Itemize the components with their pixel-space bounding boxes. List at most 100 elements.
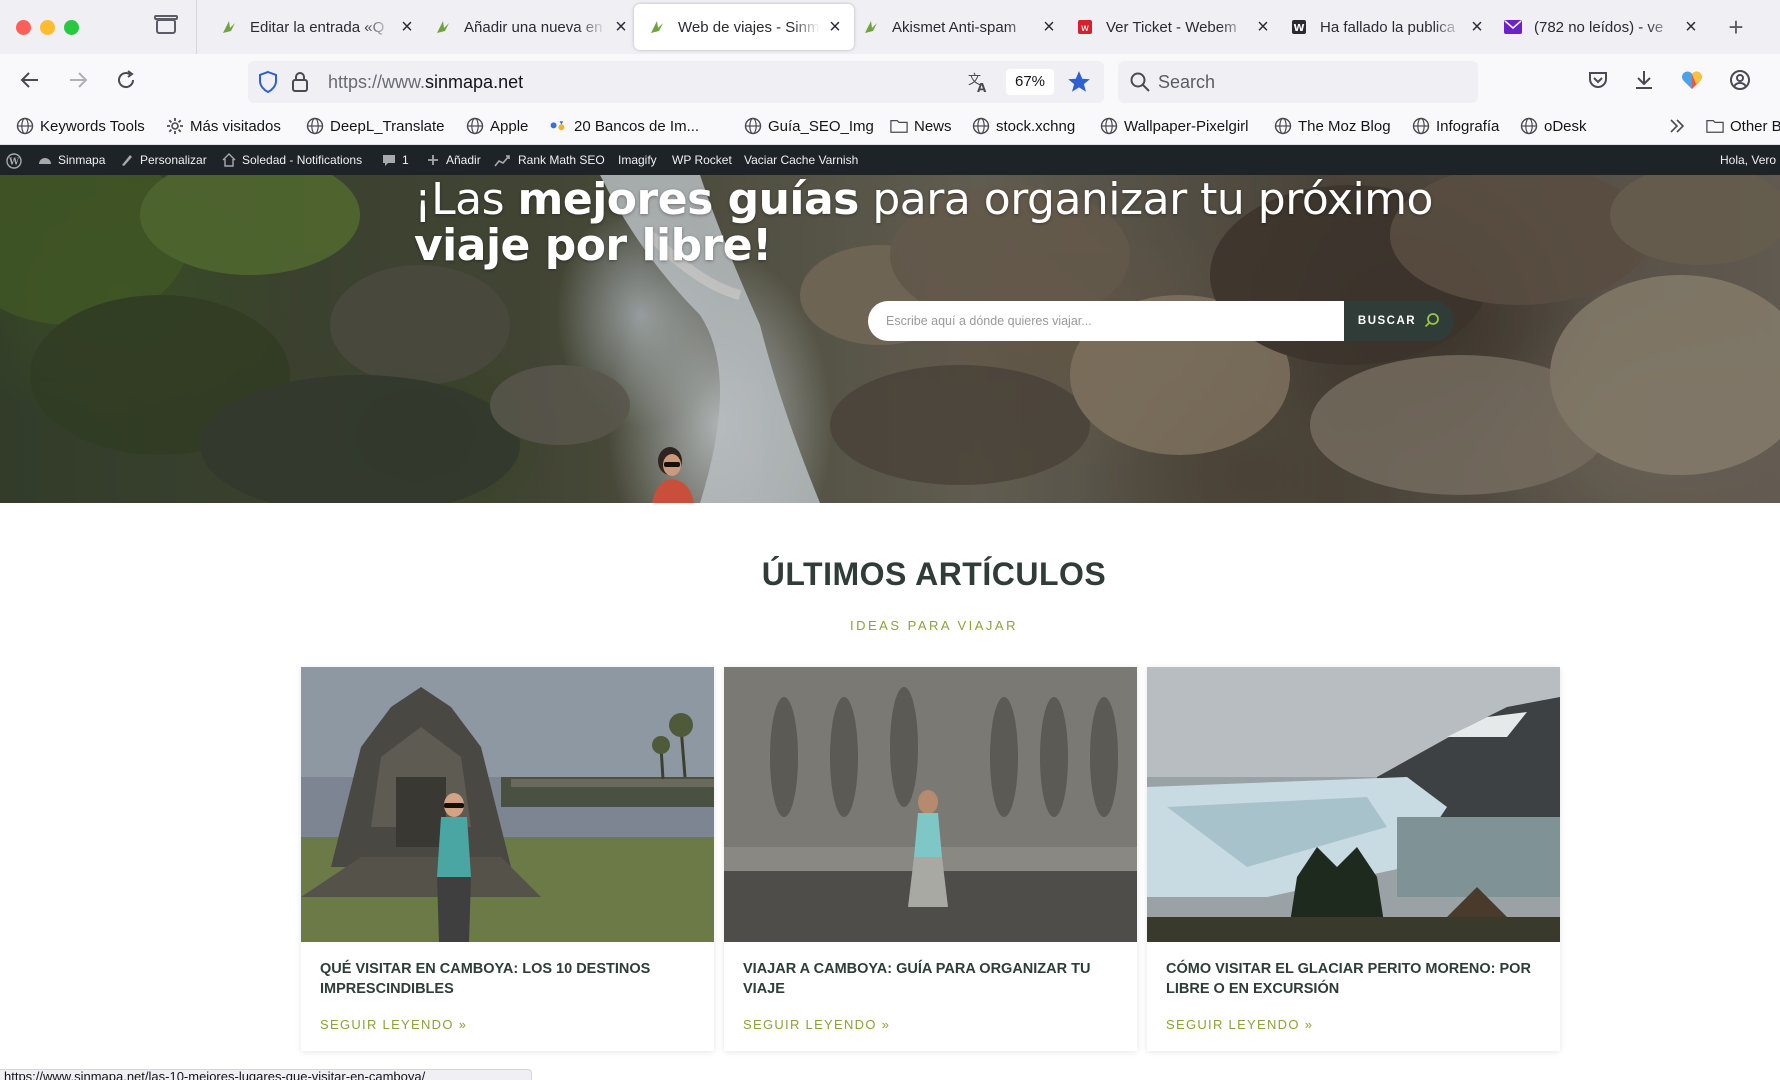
buscar-button[interactable]: BUSCAR xyxy=(1344,301,1454,341)
bookmarks-overflow-chevron-icon[interactable] xyxy=(1668,117,1686,135)
article-card[interactable]: QUÉ VISITAR EN CAMBOYA: LOS 10 DESTINOS … xyxy=(301,667,714,1051)
admin-rank-math-link[interactable]: Rank Math SEO xyxy=(494,153,605,167)
maximize-window-button[interactable] xyxy=(64,19,79,35)
bookmark-bancos-imagenes[interactable]: 20 Bancos de Im... xyxy=(550,117,699,135)
destination-search-input[interactable] xyxy=(868,301,1346,341)
bookmark-moz-blog[interactable]: The Moz Blog xyxy=(1274,117,1391,135)
admin-imagify-link[interactable]: Imagify xyxy=(618,153,657,167)
reload-icon[interactable] xyxy=(112,68,140,96)
tab-edit-post[interactable]: Editar la entrada «Q × xyxy=(206,4,426,50)
article-card[interactable]: VIAJAR A CAMBOYA: GUÍA PARA ORGANIZAR TU… xyxy=(724,667,1137,1051)
tab-web-de-viajes[interactable]: Web de viajes - Sinm × xyxy=(634,4,854,50)
tab-mail[interactable]: (782 no leídos) - ve × xyxy=(1490,4,1710,50)
globe-icon xyxy=(1520,117,1538,135)
article-title[interactable]: CÓMO VISITAR EL GLACIAR PERITO MORENO: P… xyxy=(1166,959,1546,999)
rank-math-chart-icon xyxy=(494,153,512,167)
new-tab-plus-icon[interactable]: + xyxy=(1722,12,1750,43)
close-tab-icon[interactable]: × xyxy=(1468,17,1486,37)
close-tab-icon[interactable]: × xyxy=(398,17,416,37)
bookmark-star-icon[interactable] xyxy=(1066,69,1092,100)
globe-icon xyxy=(1274,117,1292,135)
downloads-icon[interactable] xyxy=(1630,68,1658,96)
globe-icon xyxy=(466,117,484,135)
article-image-apsara-carvings[interactable] xyxy=(724,667,1137,942)
admin-customize-link[interactable]: Personalizar xyxy=(120,153,207,167)
admin-site-link[interactable]: Sinmapa xyxy=(38,153,105,167)
extension-heart-icon[interactable] xyxy=(1678,68,1706,96)
svg-text:W: W xyxy=(8,158,20,168)
read-more-link[interactable]: SEGUIR LEYENDO » xyxy=(1166,1017,1313,1032)
tab-publish-failed[interactable]: W Ha fallado la publica × xyxy=(1276,4,1496,50)
close-window-button[interactable] xyxy=(16,19,31,35)
navigation-toolbar: https://www.sinmapa.net 文A 67% Search xyxy=(0,54,1780,110)
bookmark-folder-news[interactable]: News xyxy=(890,117,952,135)
medal-icon xyxy=(550,117,568,135)
close-tab-icon[interactable]: × xyxy=(612,17,630,37)
bookmark-infografia[interactable]: Infografía xyxy=(1412,117,1499,135)
forward-arrow-icon[interactable] xyxy=(64,68,92,96)
article-title[interactable]: QUÉ VISITAR EN CAMBOYA: LOS 10 DESTINOS … xyxy=(320,959,700,999)
bookmark-wallpaper-pixelgirl[interactable]: Wallpaper-Pixelgirl xyxy=(1100,117,1248,135)
mail-envelope-icon xyxy=(1504,18,1522,36)
search-box[interactable]: Search xyxy=(1118,61,1478,103)
account-icon[interactable] xyxy=(1726,68,1754,96)
globe-icon xyxy=(744,117,762,135)
tab-ver-ticket[interactable]: w Ver Ticket - Webem × xyxy=(1062,4,1282,50)
home-icon xyxy=(222,153,236,167)
admin-wp-rocket-link[interactable]: WP Rocket xyxy=(672,153,732,167)
wordpress-bird-icon xyxy=(434,18,452,36)
bookmark-apple[interactable]: Apple xyxy=(466,117,528,135)
folder-icon xyxy=(890,117,908,135)
back-arrow-icon[interactable] xyxy=(16,68,44,96)
translate-icon[interactable]: 文A xyxy=(966,70,990,99)
link-status-bar: https://www.sinmapa.net/las-10-mejores-l… xyxy=(0,1069,532,1080)
folder-icon xyxy=(1706,117,1724,135)
close-tab-icon[interactable]: × xyxy=(1682,17,1700,37)
webempresa-icon: w xyxy=(1076,18,1094,36)
dashboard-gauge-icon xyxy=(38,153,52,167)
admin-add-new-link[interactable]: Añadir xyxy=(426,153,481,167)
wordpress-logo-icon[interactable]: W xyxy=(6,153,22,169)
close-tab-icon[interactable]: × xyxy=(826,17,844,37)
close-tab-icon[interactable]: × xyxy=(1040,17,1058,37)
admin-comments-link[interactable]: 1 xyxy=(382,153,409,167)
bookmark-deepl[interactable]: DeepL_Translate xyxy=(306,117,445,135)
article-card[interactable]: CÓMO VISITAR EL GLACIAR PERITO MORENO: P… xyxy=(1147,667,1560,1051)
tab-add-post[interactable]: Añadir una nueva en × xyxy=(420,4,640,50)
read-more-link[interactable]: SEGUIR LEYENDO » xyxy=(743,1017,890,1032)
bookmark-stock-xchng[interactable]: stock.xchng xyxy=(972,117,1075,135)
close-tab-icon[interactable]: × xyxy=(1254,17,1272,37)
lock-icon[interactable] xyxy=(290,70,310,99)
article-title[interactable]: VIAJAR A CAMBOYA: GUÍA PARA ORGANIZAR TU… xyxy=(743,959,1123,999)
minimize-window-button[interactable] xyxy=(40,19,55,35)
admin-varnish-link[interactable]: Vaciar Cache Varnish xyxy=(744,153,858,167)
wordpress-bird-icon xyxy=(862,18,880,36)
zoom-level-badge[interactable]: 67% xyxy=(1006,69,1054,95)
article-image-perito-moreno-glacier[interactable] xyxy=(1147,667,1560,942)
wordpress-bird-icon xyxy=(220,18,238,36)
bookmark-odesk[interactable]: oDesk xyxy=(1520,117,1587,135)
wix-w-icon: W xyxy=(1290,18,1308,36)
bookmark-keywords-tools[interactable]: Keywords Tools xyxy=(16,117,145,135)
globe-icon xyxy=(16,117,34,135)
bookmark-mas-visitados[interactable]: Más visitados xyxy=(166,117,281,135)
admin-notifications-link[interactable]: Soledad - Notifications xyxy=(222,153,362,167)
article-image-angkor-temple[interactable] xyxy=(301,667,714,942)
url-text[interactable]: https://www.sinmapa.net xyxy=(328,72,523,93)
address-bar[interactable]: https://www.sinmapa.net 文A 67% xyxy=(248,61,1104,103)
read-more-link[interactable]: SEGUIR LEYENDO » xyxy=(320,1017,467,1032)
tracking-protection-shield-icon[interactable] xyxy=(256,70,280,99)
plus-icon xyxy=(426,153,440,167)
admin-account-greeting[interactable]: Hola, Vero xyxy=(1720,153,1776,167)
paintbrush-icon xyxy=(120,153,134,167)
tab-akismet[interactable]: Akismet Anti-spam × xyxy=(848,4,1068,50)
tab-list-icon[interactable] xyxy=(152,13,180,39)
globe-icon xyxy=(1100,117,1118,135)
bookmark-other-folder[interactable]: Other B xyxy=(1706,117,1780,135)
tab-separator xyxy=(196,0,197,54)
globe-icon xyxy=(972,117,990,135)
window-controls xyxy=(16,19,156,35)
tab-strip: Editar la entrada «Q × Añadir una nueva … xyxy=(0,0,1780,54)
pocket-icon[interactable] xyxy=(1584,68,1612,96)
bookmark-guia-seo-img[interactable]: Guía_SEO_Img xyxy=(744,117,874,135)
